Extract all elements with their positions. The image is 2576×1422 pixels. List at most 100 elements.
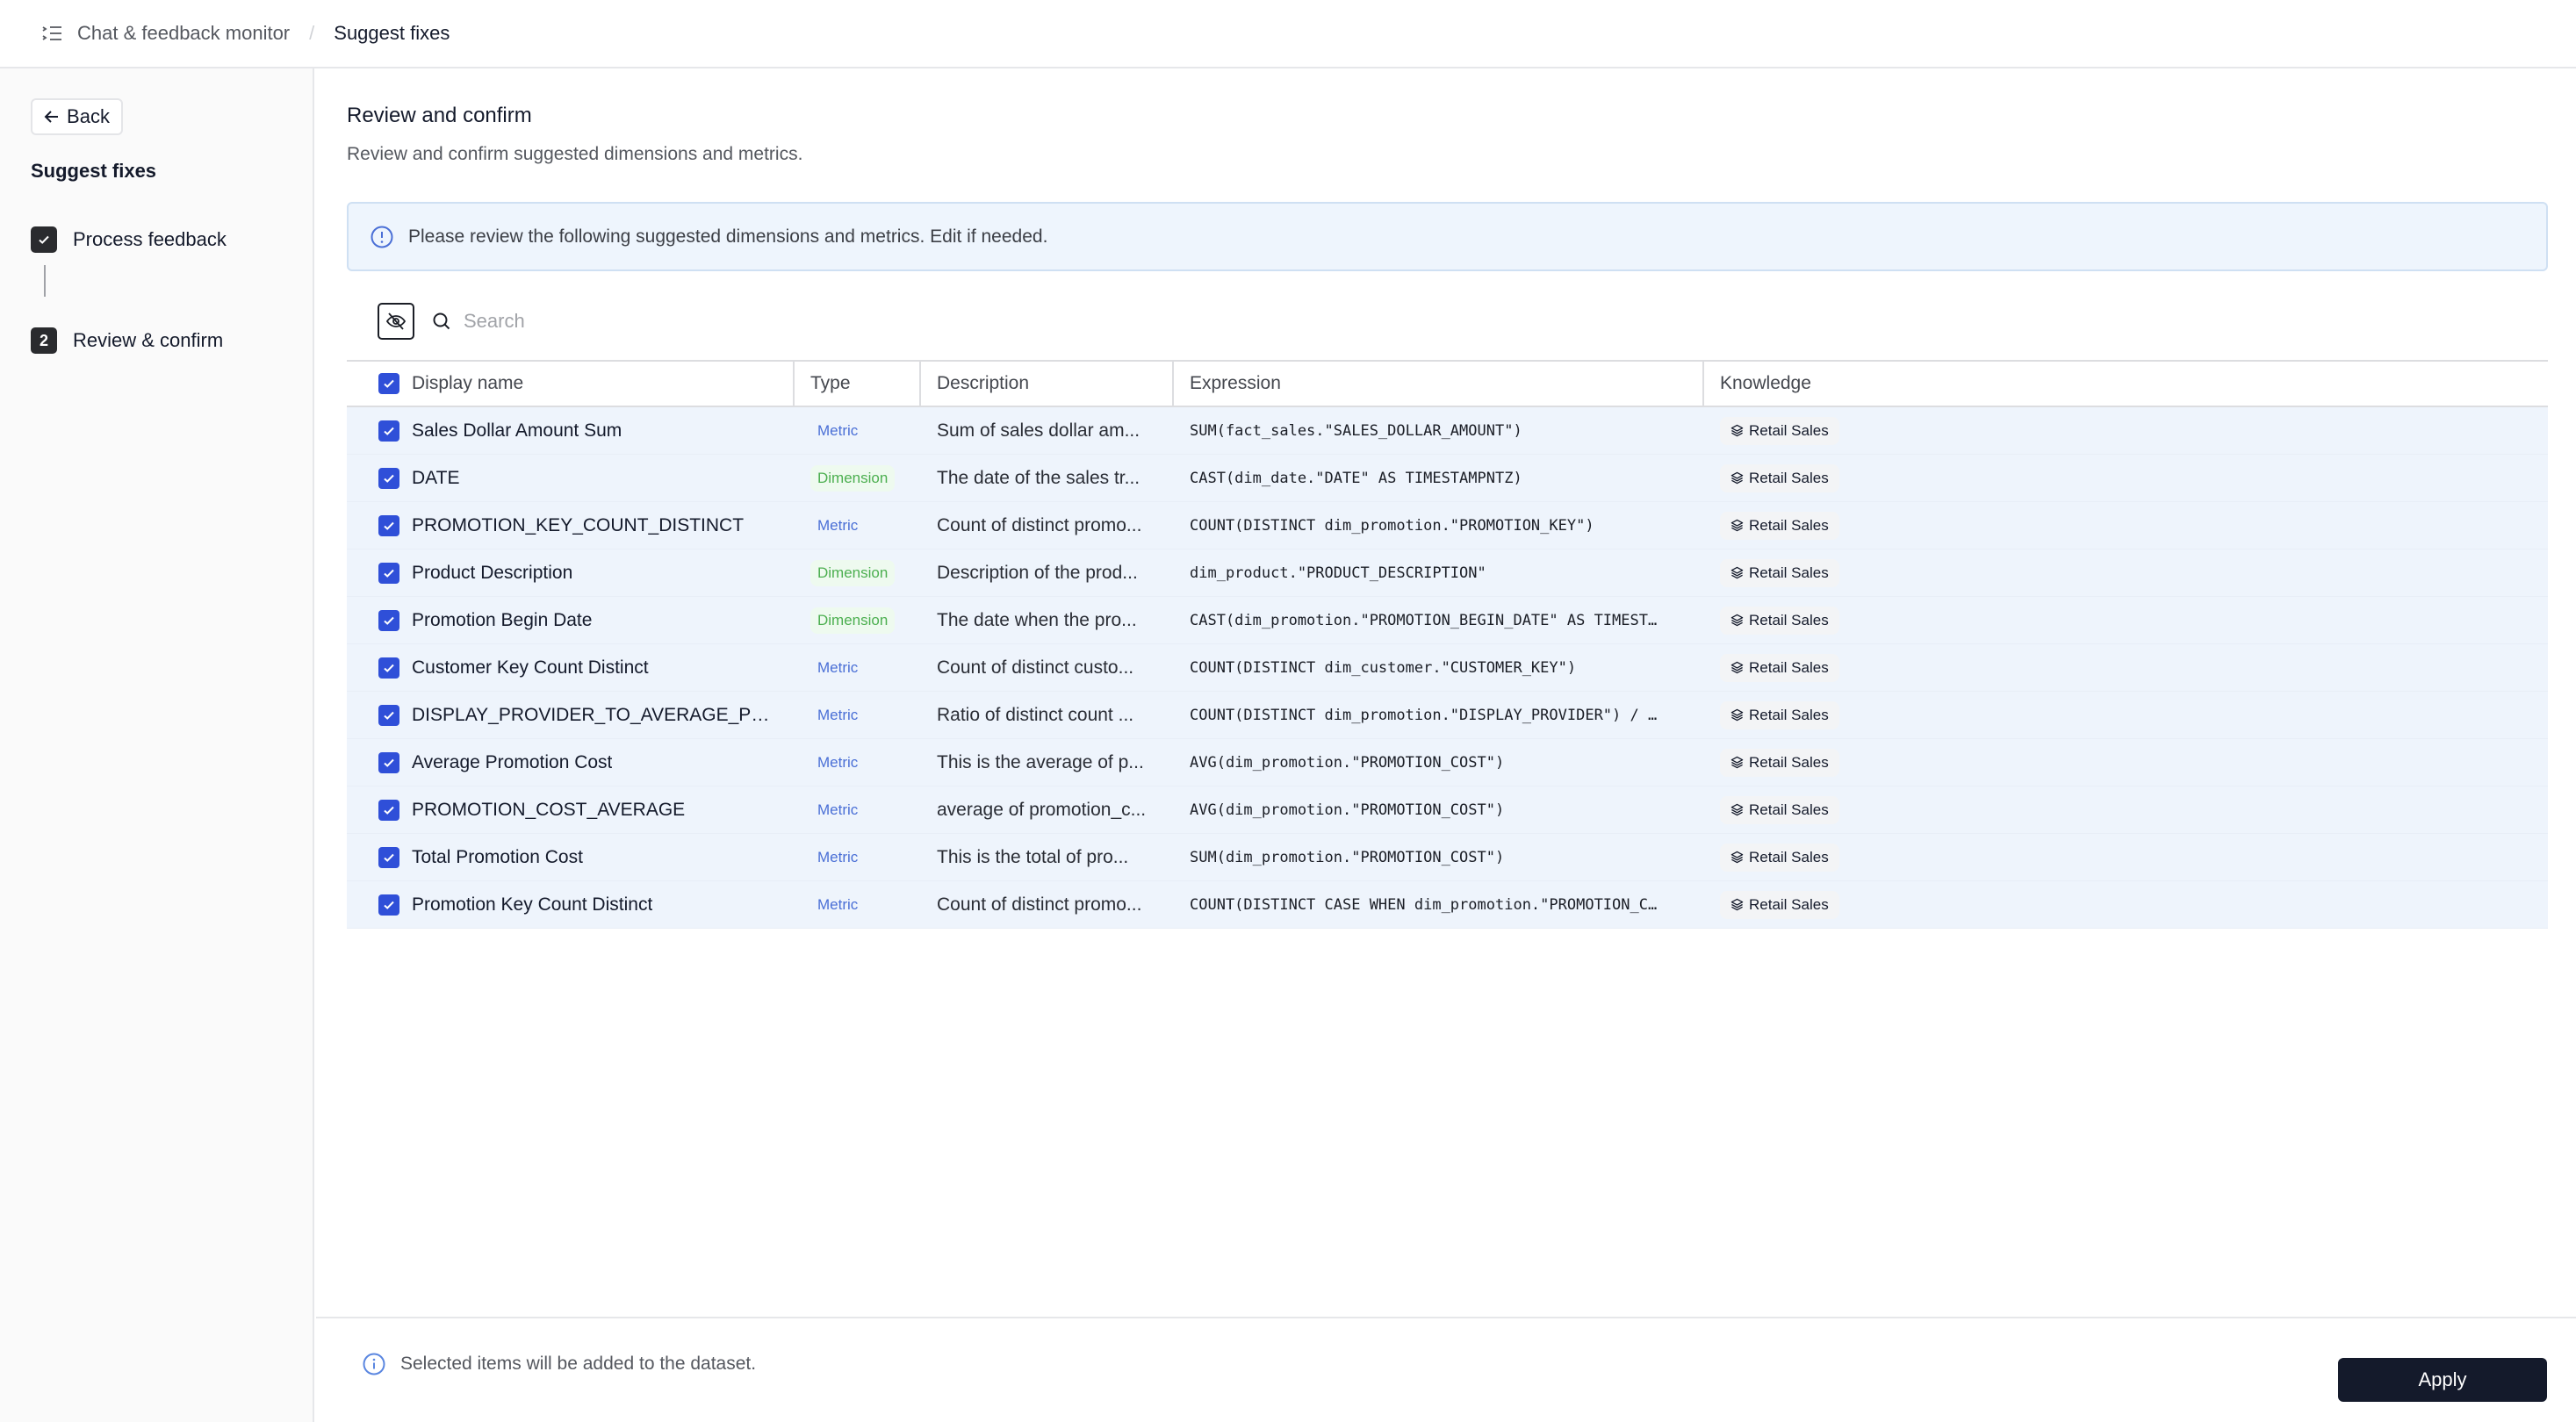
table-row[interactable]: Average Promotion Cost Metric This is the … — [347, 739, 2548, 786]
expression-text[interactable]: CAST(dim_date."DATE" AS TIMESTAMPNTZ) — [1190, 470, 1522, 487]
display-name-text[interactable]: DATE — [412, 468, 459, 489]
table-row[interactable]: Promotion Begin Date Dimension The date wh… — [347, 597, 2548, 644]
row-checkbox[interactable] — [378, 514, 399, 536]
cell-expression: COUNT(DISTINCT dim_promotion."DISPLAY_PR… — [1174, 692, 1704, 738]
breadcrumb-suggest-fixes: Suggest fixes — [334, 22, 450, 44]
step-review-confirm[interactable]: 2 Review & confirm — [31, 327, 223, 354]
description-text[interactable]: Sum of sales dollar am... — [937, 420, 1140, 442]
expression-text[interactable]: COUNT(DISTINCT dim_promotion."DISPLAY_PR… — [1190, 707, 1657, 724]
layers-icon — [1731, 708, 1744, 722]
knowledge-chip: Retail Sales — [1720, 558, 1839, 587]
display-name-text[interactable]: Promotion Begin Date — [412, 610, 592, 631]
cell-display-name: Total Promotion Cost — [347, 834, 795, 880]
select-all-checkbox[interactable] — [378, 373, 399, 394]
cell-expression: COUNT(DISTINCT CASE WHEN dim_promotion."… — [1174, 881, 1704, 928]
row-checkbox[interactable] — [378, 467, 399, 489]
knowledge-label: Retail Sales — [1749, 564, 1829, 581]
layers-icon — [1731, 519, 1744, 532]
expression-text[interactable]: SUM(dim_promotion."PROMOTION_COST") — [1190, 849, 1504, 866]
table-row[interactable]: Product Description Dimension Description … — [347, 549, 2548, 597]
description-text[interactable]: Count of distinct promo... — [937, 894, 1141, 916]
description-text[interactable]: average of promotion_c... — [937, 800, 1146, 821]
row-checkbox[interactable] — [378, 657, 399, 679]
description-text[interactable]: Ratio of distinct count ... — [937, 705, 1133, 726]
cell-type: Dimension — [795, 455, 921, 501]
cell-display-name: PROMOTION_COST_AVERAGE — [347, 786, 795, 833]
display-name-text[interactable]: Average Promotion Cost — [412, 752, 612, 773]
display-name-text[interactable]: Total Promotion Cost — [412, 847, 583, 868]
table-row[interactable]: Customer Key Count Distinct Metric Count o… — [347, 644, 2548, 692]
cell-description: The date when the pro... — [921, 597, 1174, 643]
header-knowledge: Knowledge — [1720, 373, 1811, 393]
table-row[interactable]: PROMOTION_COST_AVERAGE Metric average of p… — [347, 786, 2548, 834]
cell-display-name: DISPLAY_PROVIDER_TO_AVERAGE_PRO... — [347, 692, 795, 738]
row-checkbox[interactable] — [378, 751, 399, 773]
step-connector — [44, 265, 46, 297]
search-input[interactable] — [464, 310, 990, 333]
description-text[interactable]: The date when the pro... — [937, 610, 1137, 631]
expression-text[interactable]: AVG(dim_promotion."PROMOTION_COST") — [1190, 754, 1504, 772]
display-name-text[interactable]: Customer Key Count Distinct — [412, 657, 649, 679]
knowledge-chip: Retail Sales — [1720, 653, 1839, 682]
cell-display-name: Promotion Begin Date — [347, 597, 795, 643]
cell-display-name: PROMOTION_KEY_COUNT_DISTINCT — [347, 502, 795, 549]
apply-button[interactable]: Apply — [2338, 1358, 2547, 1402]
cell-description: This is the average of p... — [921, 739, 1174, 786]
description-text[interactable]: This is the total of pro... — [937, 847, 1128, 868]
expression-text[interactable]: COUNT(DISTINCT CASE WHEN dim_promotion."… — [1190, 896, 1657, 914]
description-text[interactable]: This is the average of p... — [937, 752, 1144, 773]
description-text[interactable]: Description of the prod... — [937, 563, 1138, 584]
display-name-text[interactable]: PROMOTION_COST_AVERAGE — [412, 800, 685, 821]
display-name-text[interactable]: DISPLAY_PROVIDER_TO_AVERAGE_PRO... — [412, 705, 781, 726]
list-collapse-icon[interactable] — [40, 21, 65, 46]
table-row[interactable]: PROMOTION_KEY_COUNT_DISTINCT Metric Count … — [347, 502, 2548, 549]
cell-type: Dimension — [795, 549, 921, 596]
cell-expression: AVG(dim_promotion."PROMOTION_COST") — [1174, 786, 1704, 833]
breadcrumb-chat-feedback-monitor[interactable]: Chat & feedback monitor — [77, 22, 290, 45]
expression-text[interactable]: AVG(dim_promotion."PROMOTION_COST") — [1190, 801, 1504, 819]
table-row[interactable]: DATE Dimension The date of the sales tr...… — [347, 455, 2548, 502]
eye-off-icon — [385, 312, 407, 330]
knowledge-label: Retail Sales — [1749, 753, 1829, 771]
row-checkbox[interactable] — [378, 799, 399, 821]
row-checkbox[interactable] — [378, 420, 399, 442]
row-checkbox[interactable] — [378, 704, 399, 726]
expression-text[interactable]: SUM(fact_sales."SALES_DOLLAR_AMOUNT") — [1190, 422, 1522, 440]
table-row[interactable]: Sales Dollar Amount Sum Metric Sum of sale… — [347, 407, 2548, 455]
header-description: Description — [921, 362, 1174, 406]
toggle-visibility-button[interactable] — [378, 303, 414, 340]
knowledge-label: Retail Sales — [1749, 516, 1829, 534]
header-label: Display name — [412, 373, 524, 393]
table-row[interactable]: Total Promotion Cost Metric This is the to… — [347, 834, 2548, 881]
expression-text[interactable]: CAST(dim_promotion."PROMOTION_BEGIN_DATE… — [1190, 612, 1657, 629]
row-checkbox[interactable] — [378, 894, 399, 916]
description-text[interactable]: Count of distinct custo... — [937, 657, 1133, 679]
search-box — [432, 310, 990, 333]
row-checkbox[interactable] — [378, 609, 399, 631]
expression-text[interactable]: COUNT(DISTINCT dim_customer."CUSTOMER_KE… — [1190, 659, 1576, 677]
row-checkbox[interactable] — [378, 562, 399, 584]
display-name-text[interactable]: Promotion Key Count Distinct — [412, 894, 652, 916]
cell-knowledge: Retail Sales — [1704, 455, 2548, 501]
step-process-feedback[interactable]: Process feedback — [31, 226, 227, 253]
type-badge: Metric — [817, 848, 859, 865]
row-checkbox[interactable] — [378, 846, 399, 868]
description-text[interactable]: The date of the sales tr... — [937, 468, 1140, 489]
cell-type: Metric — [795, 502, 921, 549]
display-name-text[interactable]: Sales Dollar Amount Sum — [412, 420, 622, 442]
description-text[interactable]: Count of distinct promo... — [937, 515, 1141, 536]
check-icon — [384, 711, 394, 720]
header-display-name: Display name — [347, 362, 795, 406]
knowledge-label: Retail Sales — [1749, 706, 1829, 723]
table-row[interactable]: Promotion Key Count Distinct Metric Count … — [347, 881, 2548, 929]
expression-text[interactable]: dim_product."PRODUCT_DESCRIPTION" — [1190, 564, 1486, 582]
check-icon — [384, 569, 394, 578]
display-name-text[interactable]: PROMOTION_KEY_COUNT_DISTINCT — [412, 515, 744, 536]
cell-type: Metric — [795, 692, 921, 738]
table-row[interactable]: DISPLAY_PROVIDER_TO_AVERAGE_PRO... Metric… — [347, 692, 2548, 739]
display-name-text[interactable]: Product Description — [412, 563, 572, 584]
expression-text[interactable]: COUNT(DISTINCT dim_promotion."PROMOTION_… — [1190, 517, 1594, 535]
layers-icon — [1731, 661, 1744, 674]
cell-description: This is the total of pro... — [921, 834, 1174, 880]
back-button[interactable]: Back — [31, 98, 123, 135]
